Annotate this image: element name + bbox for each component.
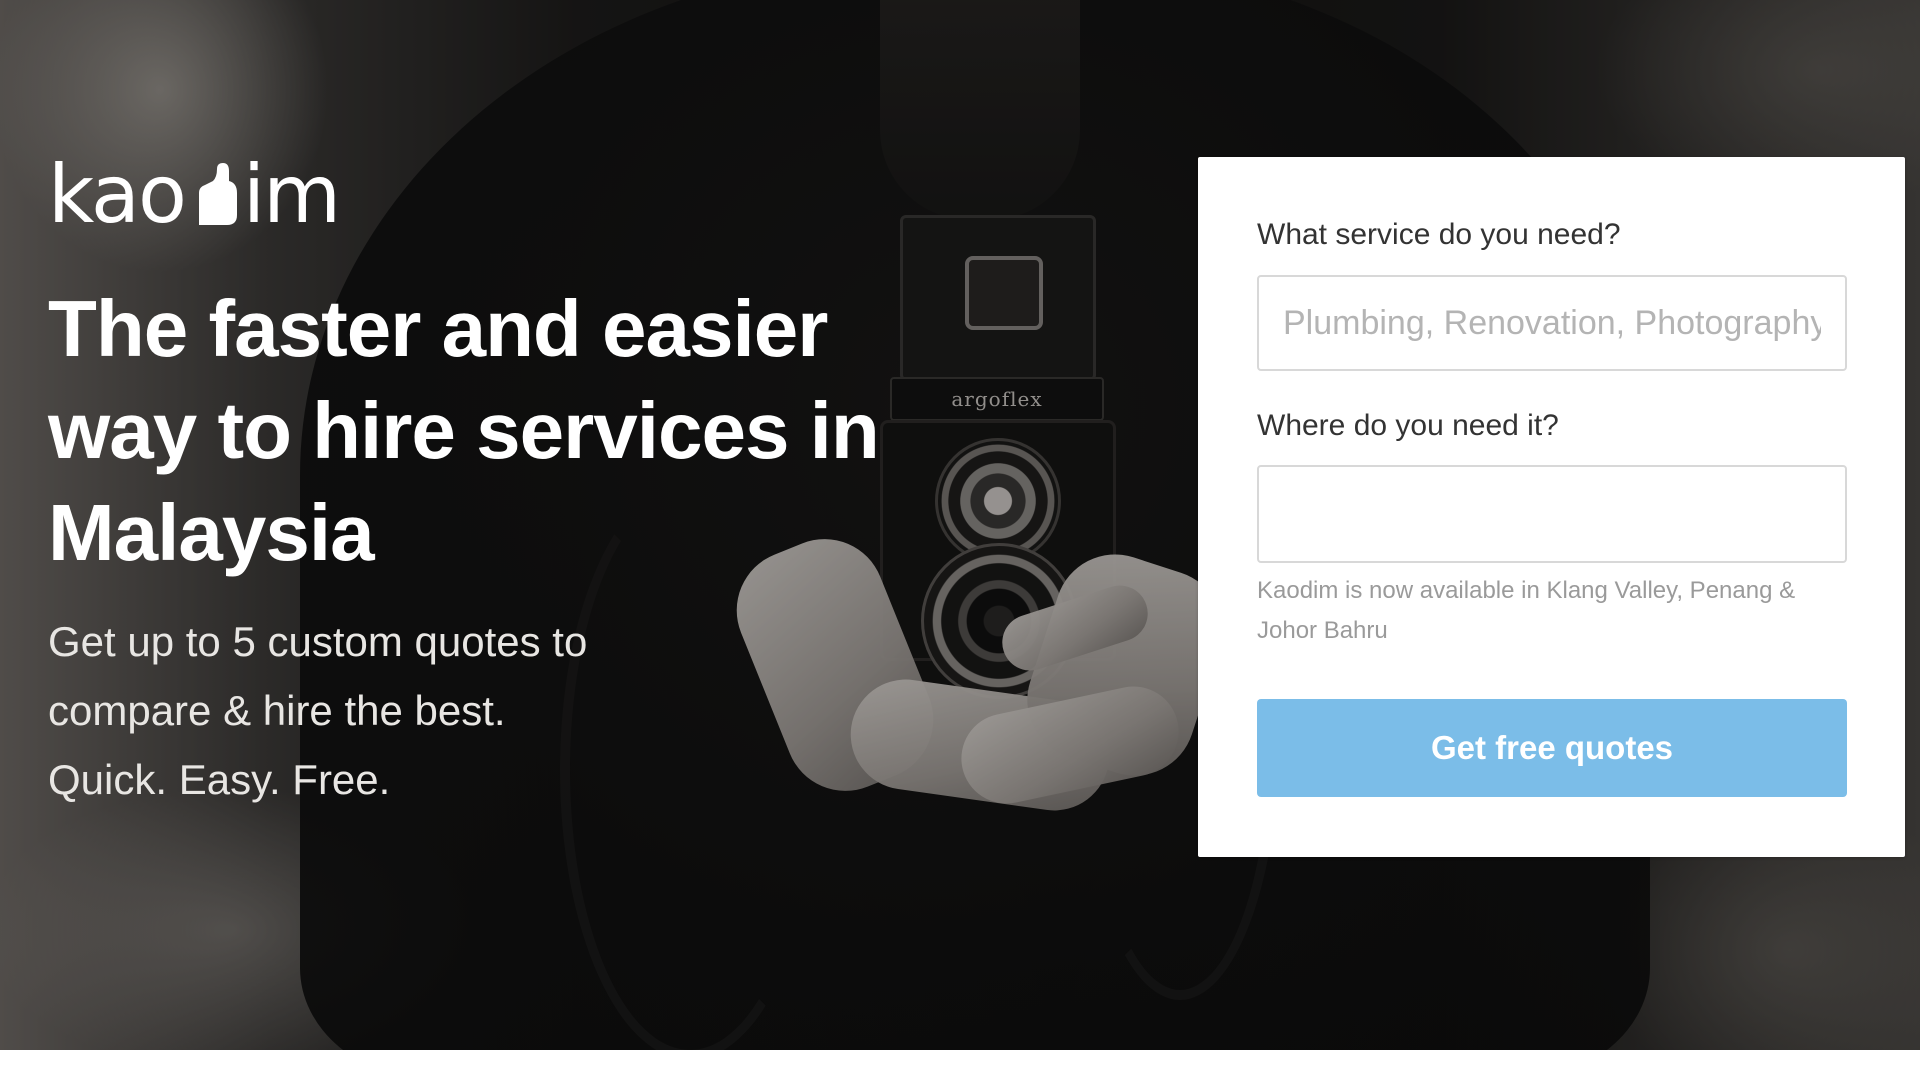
service-field-label: What service do you need? bbox=[1257, 218, 1621, 251]
logo-text-suffix: im bbox=[242, 148, 341, 241]
subcopy-line-1: Get up to 5 custom quotes to bbox=[48, 618, 588, 665]
availability-hint: Kaodim is now available in Klang Valley,… bbox=[1257, 577, 1796, 644]
subcopy-line-2: compare & hire the best. bbox=[48, 687, 506, 734]
get-free-quotes-button[interactable]: Get free quotes bbox=[1257, 699, 1847, 797]
hero-section: argoflex kao im The faster and easier wa… bbox=[0, 0, 1920, 1050]
quote-request-form: What service do you need? Where do you n… bbox=[1198, 157, 1905, 857]
kaodim-logo[interactable]: kao im bbox=[48, 148, 341, 241]
location-input[interactable] bbox=[1257, 465, 1847, 563]
hero-headline: The faster and easier way to hire servic… bbox=[48, 284, 880, 577]
logo-text-prefix: kao bbox=[48, 148, 187, 241]
location-field-label: Where do you need it? bbox=[1257, 409, 1559, 442]
subcopy-line-3: Quick. Easy. Free. bbox=[48, 756, 391, 803]
hero-subcopy: Get up to 5 custom quotes to compare & h… bbox=[48, 607, 828, 814]
service-input[interactable] bbox=[1257, 275, 1847, 371]
thumbs-up-icon bbox=[198, 163, 237, 225]
